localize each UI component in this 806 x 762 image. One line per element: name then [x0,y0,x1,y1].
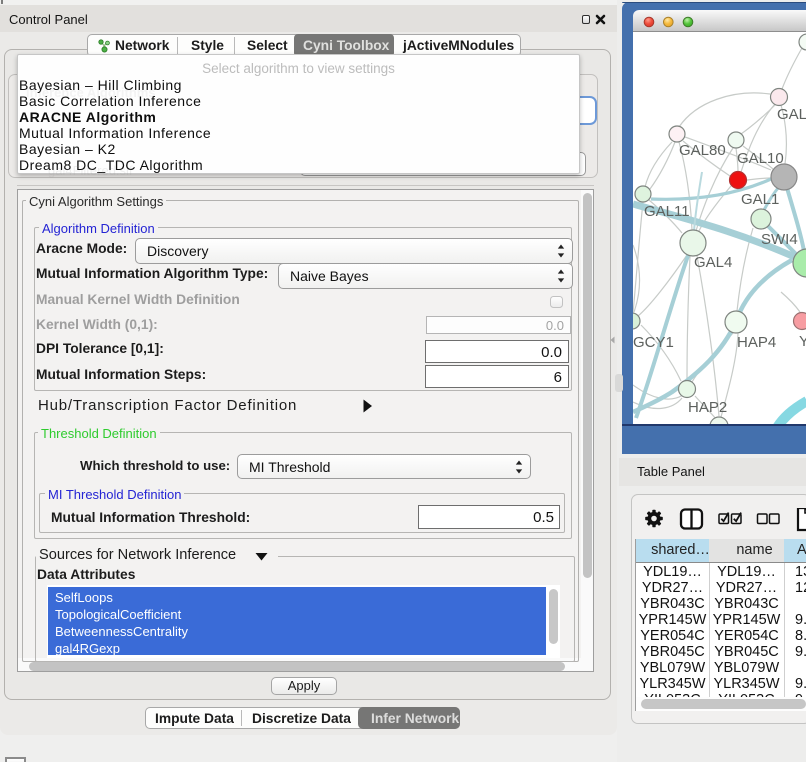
svg-text:GAL11: GAL11 [644,203,690,220]
svg-text:SWI4: SWI4 [761,231,798,248]
svg-text:GAL1: GAL1 [741,191,779,208]
svg-text:GAL7: GAL7 [777,106,806,123]
svg-text:HAP2: HAP2 [688,399,727,416]
svg-text:HAP4: HAP4 [737,334,776,351]
svg-text:GAL4: GAL4 [694,254,732,271]
svg-text:GAL80: GAL80 [679,142,726,159]
svg-text:GAL10: GAL10 [737,150,784,167]
svg-text:GCY1: GCY1 [633,334,674,351]
svg-text:YP: YP [799,333,806,350]
